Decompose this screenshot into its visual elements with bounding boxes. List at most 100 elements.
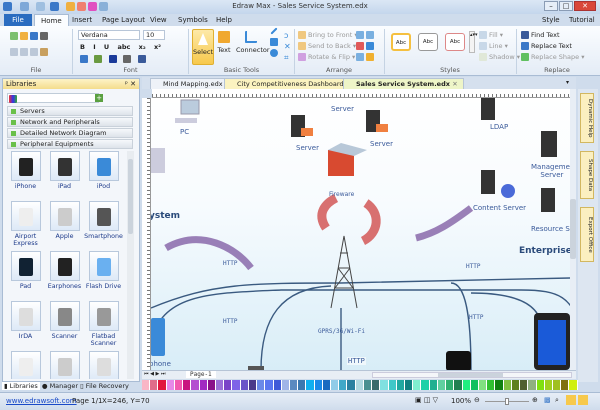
color-swatch[interactable]: [314, 380, 323, 390]
tab-manager[interactable]: ● Manager: [42, 382, 78, 390]
library-item[interactable]: Flash Drive: [84, 251, 123, 297]
highlight-icon[interactable]: [94, 55, 103, 63]
color-swatch[interactable]: [520, 380, 529, 390]
style-sample-3[interactable]: Abc: [445, 33, 465, 51]
style-sample-2[interactable]: Abc: [418, 33, 438, 51]
color-swatch[interactable]: [191, 380, 200, 390]
rectangle-icon[interactable]: [270, 38, 278, 46]
select-tool-button[interactable]: Select: [192, 29, 214, 65]
shape-data-tab[interactable]: Shape Data: [580, 151, 594, 199]
ellipse-icon[interactable]: [270, 49, 278, 57]
color-swatch[interactable]: [536, 380, 545, 390]
color-swatch[interactable]: [347, 380, 356, 390]
category-detailed-network[interactable]: Detailed Network Diagram: [7, 128, 133, 138]
color-swatch[interactable]: [331, 380, 340, 390]
color-swatch[interactable]: [544, 380, 553, 390]
view-mode-icons[interactable]: ▣ ◫ ▽: [415, 396, 438, 404]
superscript-button[interactable]: x²: [154, 43, 161, 51]
page-nav-buttons[interactable]: ⏮ ◀ ▶ ⏭: [144, 371, 165, 377]
category-servers[interactable]: Servers: [7, 106, 133, 116]
color-swatch[interactable]: [388, 380, 397, 390]
connector-tool-button[interactable]: Connector: [236, 29, 270, 54]
library-scrollbar[interactable]: [127, 151, 134, 379]
crop-icon[interactable]: ⌗: [284, 52, 292, 63]
doc-tab-sales-service[interactable]: Sales Service System.edx ✕: [343, 78, 464, 89]
line-icon[interactable]: [270, 27, 278, 35]
styles-scroll[interactable]: ▴▾▾: [469, 31, 478, 53]
library-item[interactable]: IrDA: [6, 301, 45, 347]
strikethrough-button[interactable]: abc: [117, 43, 130, 51]
font-size-select[interactable]: 10: [143, 30, 165, 40]
library-item[interactable]: Apple: [45, 201, 84, 247]
color-swatch[interactable]: [240, 380, 249, 390]
tab-file[interactable]: File: [4, 14, 32, 26]
copy-icon[interactable]: [20, 48, 28, 56]
color-swatch[interactable]: [207, 380, 216, 390]
bring-to-front-button[interactable]: Bring to Front ▾: [298, 30, 358, 41]
line-spacing-icon[interactable]: [80, 55, 88, 63]
horizontal-scrollbar[interactable]: [372, 372, 572, 378]
fill-color-icon[interactable]: [123, 55, 132, 63]
vertical-scrollbar[interactable]: [570, 89, 576, 370]
maximize-button[interactable]: □: [559, 1, 573, 11]
tab-libraries[interactable]: ▮ Libraries: [2, 382, 40, 390]
color-swatch[interactable]: [248, 380, 258, 390]
size-icon[interactable]: [356, 42, 364, 50]
color-swatch[interactable]: [232, 380, 241, 390]
library-item[interactable]: iPhone: [6, 151, 45, 197]
tab-insert[interactable]: Insert: [66, 14, 98, 26]
color-swatch[interactable]: [380, 380, 389, 390]
color-swatch[interactable]: [511, 380, 521, 390]
zoom-out-button[interactable]: ⊖: [474, 396, 480, 404]
color-swatch[interactable]: [224, 380, 233, 390]
distribute-icon[interactable]: [366, 31, 374, 39]
close-tab-icon[interactable]: ✕: [452, 80, 457, 88]
color-swatch[interactable]: [478, 380, 488, 390]
library-selector[interactable]: [7, 93, 99, 103]
color-swatch[interactable]: [183, 380, 192, 390]
format-buttons[interactable]: B I U abc x₂ x²: [80, 43, 161, 51]
tab-file-recovery[interactable]: ▯ File Recovery: [80, 382, 129, 390]
color-swatch[interactable]: [215, 380, 225, 390]
subscript-button[interactable]: x₂: [139, 43, 146, 51]
zoom-in-button[interactable]: ⊕: [532, 396, 538, 404]
library-item[interactable]: iPad: [45, 151, 84, 197]
italic-button[interactable]: I: [93, 43, 95, 51]
line-button[interactable]: Line ▾: [479, 41, 520, 52]
color-swatch[interactable]: [142, 380, 151, 390]
lock-icon[interactable]: [366, 53, 374, 61]
color-swatch[interactable]: [429, 380, 438, 390]
library-item[interactable]: Flatbad Scanner: [84, 301, 123, 347]
page-tab[interactable]: Page-1: [186, 371, 216, 378]
replace-text-button[interactable]: Replace Text: [521, 41, 584, 52]
color-swatch[interactable]: [174, 380, 184, 390]
library-item[interactable]: Scanner: [45, 301, 84, 347]
tab-list-dropdown[interactable]: ▾: [566, 79, 569, 86]
add-library-button[interactable]: +: [95, 94, 103, 102]
fill-button[interactable]: Fill ▾: [479, 30, 520, 41]
library-item[interactable]: Earphones: [45, 251, 84, 297]
shadow-button[interactable]: Shadow ▾: [479, 52, 520, 63]
library-item[interactable]: Pad: [6, 251, 45, 297]
tutorial-menu[interactable]: Tutorial: [563, 14, 600, 26]
color-swatch[interactable]: [289, 380, 299, 390]
color-swatch[interactable]: [298, 380, 307, 390]
category-peripheral-equipments[interactable]: Peripheral Equipments: [7, 139, 133, 149]
website-link[interactable]: www.edrawsoft.com: [6, 397, 77, 405]
dynamic-help-tab[interactable]: Dynamic Help: [580, 93, 594, 143]
export-office-tab[interactable]: Export Office: [580, 207, 594, 262]
color-swatch[interactable]: [158, 380, 167, 390]
open-folder-icon[interactable]: [20, 32, 28, 40]
tab-page-layout[interactable]: Page Layout: [96, 14, 151, 26]
color-swatch[interactable]: [166, 380, 175, 390]
color-swatch[interactable]: [503, 380, 512, 390]
library-item[interactable]: iPod: [84, 151, 123, 197]
doc-tab-mind-mapping[interactable]: Mind Mapping.edx: [150, 78, 229, 89]
format-painter-icon[interactable]: [40, 48, 48, 56]
library-item[interactable]: [6, 351, 45, 379]
underline-button[interactable]: U: [104, 43, 109, 51]
center-icon[interactable]: [356, 53, 364, 61]
tab-symbols[interactable]: Symbols: [172, 14, 214, 26]
rotate-flip-button[interactable]: Rotate & Flip ▾: [298, 52, 358, 63]
cross-icon[interactable]: ✕: [284, 41, 292, 52]
